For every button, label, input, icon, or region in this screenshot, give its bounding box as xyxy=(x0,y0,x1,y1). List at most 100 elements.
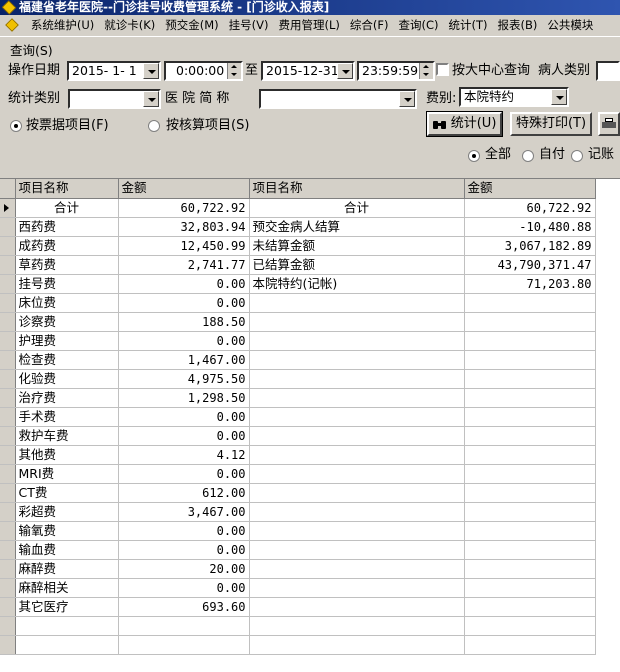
cell-item-name-left[interactable]: 化验费 xyxy=(15,369,119,389)
cell-amount-right[interactable] xyxy=(464,388,596,408)
row-indicator[interactable] xyxy=(0,635,16,655)
cell-amount-right[interactable] xyxy=(464,521,596,541)
cell-amount-right[interactable] xyxy=(464,540,596,560)
cell-amount-left[interactable]: 693.60 xyxy=(118,597,250,617)
row-indicator[interactable] xyxy=(0,407,16,427)
table-row[interactable]: CT费 612.00 xyxy=(0,483,596,503)
cell-item-name-right[interactable] xyxy=(249,331,465,351)
patient-type-select[interactable] xyxy=(596,61,620,81)
table-row[interactable]: 床位费 0.00 xyxy=(0,293,596,313)
cell-item-name-right[interactable] xyxy=(249,407,465,427)
cell-amount-left[interactable]: 0.00 xyxy=(118,578,250,598)
table-row[interactable]: 彩超费 3,467.00 xyxy=(0,502,596,522)
row-indicator[interactable] xyxy=(0,559,16,579)
cell-item-name-left[interactable]: 床位费 xyxy=(15,293,119,313)
menu-query[interactable]: 查询(C) xyxy=(393,15,443,35)
cell-item-name-right[interactable] xyxy=(249,312,465,332)
cell-item-name-left[interactable] xyxy=(15,635,119,655)
self-pay-radio[interactable] xyxy=(522,150,534,162)
table-row[interactable]: 挂号费 0.00 本院特约(记帐) 71,203.80 xyxy=(0,274,596,294)
stat-type-dropdown-icon[interactable] xyxy=(143,91,159,107)
end-time-field[interactable]: 23:59:59 xyxy=(357,61,435,81)
cell-item-name-right[interactable] xyxy=(249,559,465,579)
revenue-grid[interactable]: 项目名称 金额 项目名称 金额 合计 60,722.92 合计 60,722.92 西药… xyxy=(0,178,620,672)
cell-amount-left[interactable]: 0.00 xyxy=(118,426,250,446)
cell-amount-left[interactable]: 1,298.50 xyxy=(118,388,250,408)
cell-item-name-right[interactable] xyxy=(249,502,465,522)
cell-item-name-right[interactable]: 本院特约(记帐) xyxy=(249,274,465,294)
table-row[interactable]: 麻醉费 20.00 xyxy=(0,559,596,579)
menu-common[interactable]: 公共模块 xyxy=(542,15,598,35)
cell-amount-right[interactable] xyxy=(464,597,596,617)
menu-register[interactable]: 挂号(V) xyxy=(224,15,274,35)
cell-amount-right[interactable] xyxy=(464,445,596,465)
cell-amount-right[interactable] xyxy=(464,407,596,427)
cell-amount-left[interactable]: 0.00 xyxy=(118,331,250,351)
fee-type-select[interactable]: 本院特约 xyxy=(459,87,569,107)
cell-item-name-left[interactable]: 诊察费 xyxy=(15,312,119,332)
cell-amount-left[interactable]: 612.00 xyxy=(118,483,250,503)
row-indicator[interactable] xyxy=(0,578,16,598)
table-row[interactable]: 治疗费 1,298.50 xyxy=(0,388,596,408)
cell-item-name-left[interactable]: 输氧费 xyxy=(15,521,119,541)
cell-amount-left[interactable]: 32,803.94 xyxy=(118,217,250,237)
row-indicator[interactable] xyxy=(0,388,16,408)
row-indicator[interactable] xyxy=(0,597,16,617)
start-time-field[interactable]: 0:00:00 xyxy=(164,61,243,81)
cell-item-name-left[interactable]: 西药费 xyxy=(15,217,119,237)
cell-amount-right[interactable]: 43,790,371.47 xyxy=(464,255,596,275)
start-date-dropdown-icon[interactable] xyxy=(143,63,159,79)
cell-item-name-right[interactable] xyxy=(249,597,465,617)
cell-item-name-right[interactable] xyxy=(249,578,465,598)
child-window-icon[interactable] xyxy=(5,18,19,32)
row-indicator[interactable] xyxy=(0,445,16,465)
cell-amount-right[interactable]: 71,203.80 xyxy=(464,274,596,294)
row-indicator[interactable] xyxy=(0,540,16,560)
menu-card[interactable]: 就诊卡(K) xyxy=(99,15,160,35)
cell-item-name-left[interactable]: 草药费 xyxy=(15,255,119,275)
cell-amount-right[interactable] xyxy=(464,350,596,370)
stat-type-select[interactable] xyxy=(68,89,161,109)
row-indicator[interactable] xyxy=(0,464,16,484)
table-row[interactable]: 护理费 0.00 xyxy=(0,331,596,351)
cell-amount-right[interactable] xyxy=(464,464,596,484)
table-row[interactable]: 西药费 32,803.94 预交金病人结算 -10,480.88 xyxy=(0,217,596,237)
cell-amount-left[interactable]: 0.00 xyxy=(118,274,250,294)
cell-item-name-right[interactable] xyxy=(249,464,465,484)
table-row[interactable]: 救护车费 0.00 xyxy=(0,426,596,446)
table-row[interactable]: 其他费 4.12 xyxy=(0,445,596,465)
table-row[interactable]: 化验费 4,975.50 xyxy=(0,369,596,389)
table-row[interactable]: 麻醉相关 0.00 xyxy=(0,578,596,598)
cell-item-name-right[interactable] xyxy=(249,635,465,655)
cell-amount-right[interactable] xyxy=(464,331,596,351)
cell-amount-left[interactable]: 12,450.99 xyxy=(118,236,250,256)
cell-item-name-right[interactable] xyxy=(249,369,465,389)
cell-amount-left[interactable] xyxy=(118,616,250,636)
hospital-abbr-dropdown-icon[interactable] xyxy=(399,91,415,107)
cell-amount-right[interactable] xyxy=(464,369,596,389)
menu-fee[interactable]: 费用管理(L) xyxy=(273,15,344,35)
table-row[interactable]: 其它医疗 693.60 xyxy=(0,597,596,617)
menu-deposit[interactable]: 预交金(M) xyxy=(160,15,223,35)
cell-item-name-right[interactable] xyxy=(249,426,465,446)
cell-item-name-left[interactable]: 彩超费 xyxy=(15,502,119,522)
cell-amount-left[interactable]: 2,741.77 xyxy=(118,255,250,275)
row-indicator[interactable] xyxy=(0,312,16,332)
cell-amount-left[interactable]: 4.12 xyxy=(118,445,250,465)
cell-item-name-right[interactable] xyxy=(249,293,465,313)
cell-item-name-left[interactable]: 其他费 xyxy=(15,445,119,465)
cell-amount-left[interactable] xyxy=(118,635,250,655)
cell-item-name-right[interactable]: 合计 xyxy=(249,198,465,218)
cell-amount-left[interactable]: 0.00 xyxy=(118,464,250,484)
table-row[interactable]: 成药费 12,450.99 未结算金额 3,067,182.89 xyxy=(0,236,596,256)
hospital-abbr-select[interactable] xyxy=(259,89,417,109)
cell-amount-right[interactable] xyxy=(464,616,596,636)
cell-item-name-left[interactable]: 挂号费 xyxy=(15,274,119,294)
special-print-button[interactable]: 特殊打印(T) xyxy=(510,112,592,136)
cell-item-name-right[interactable] xyxy=(249,388,465,408)
end-date-picker[interactable]: 2015-12-31 xyxy=(261,61,355,81)
credit-radio[interactable] xyxy=(571,150,583,162)
cell-amount-right[interactable] xyxy=(464,483,596,503)
header-item-name-right[interactable]: 项目名称 xyxy=(249,179,465,199)
header-item-name-left[interactable]: 项目名称 xyxy=(15,179,119,199)
